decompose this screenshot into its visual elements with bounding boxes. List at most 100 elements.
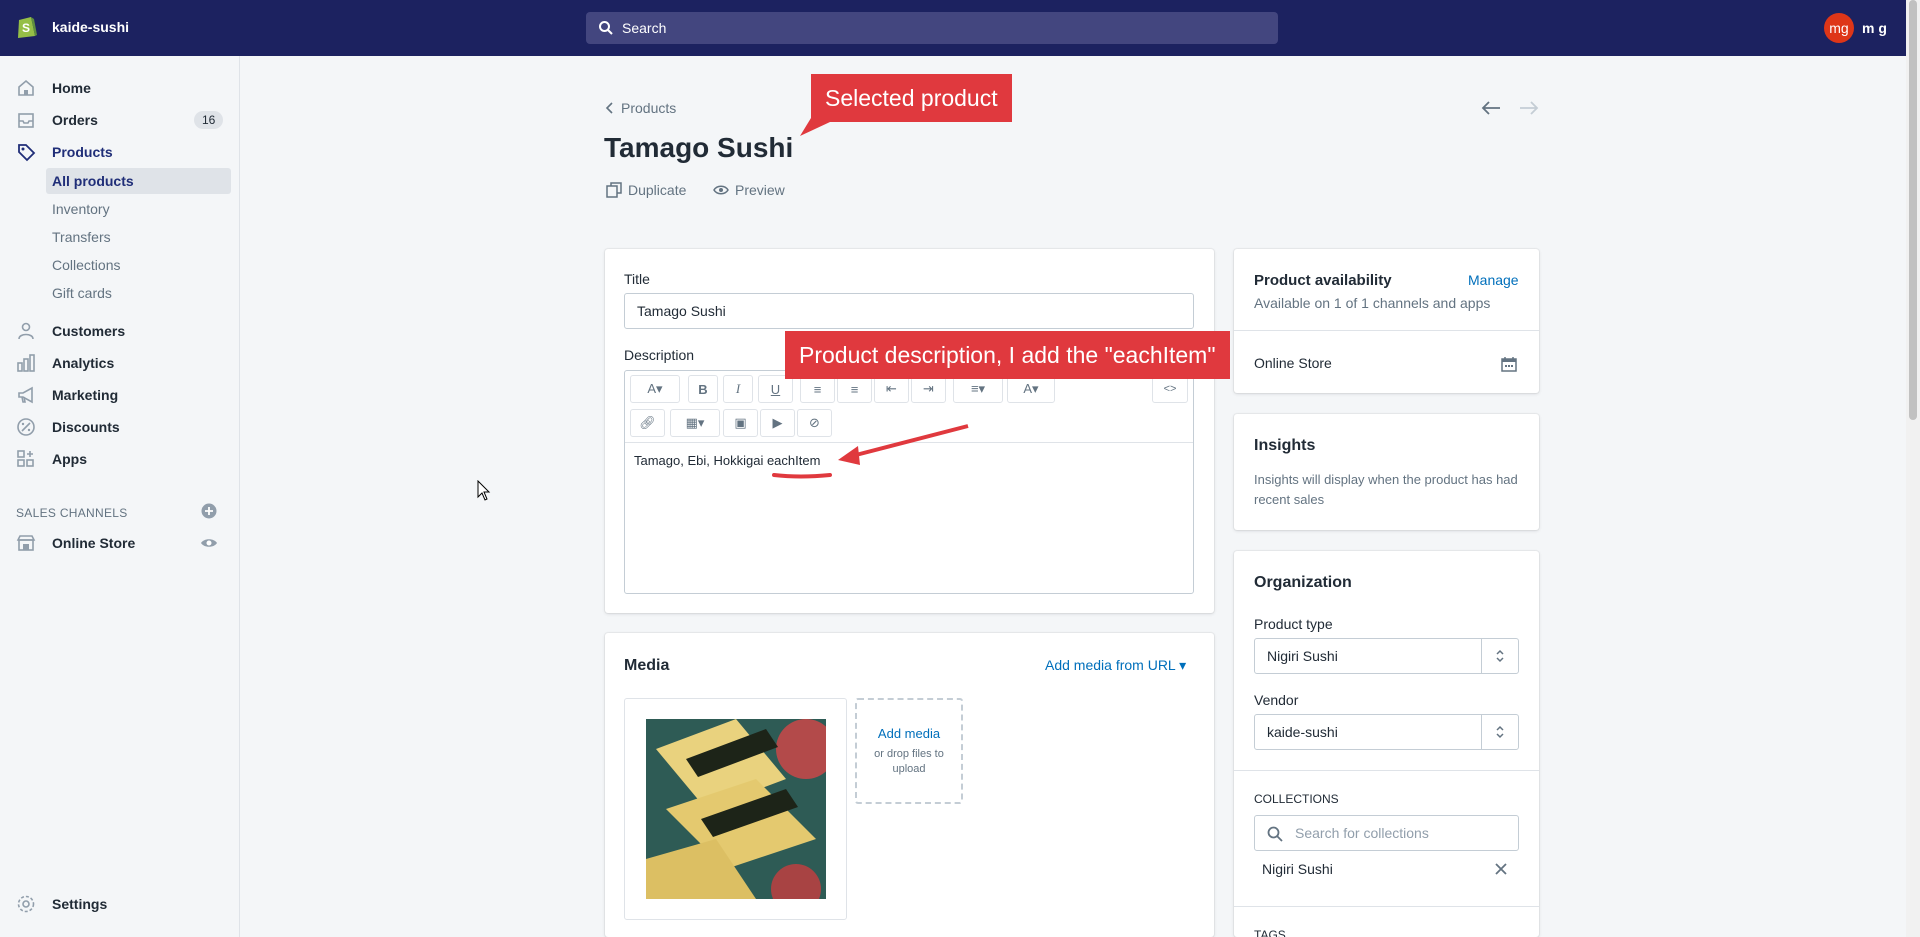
sidebar-item-settings[interactable]: Settings xyxy=(0,888,239,920)
sidebar-item-label: Orders xyxy=(52,112,98,128)
search-placeholder: Search xyxy=(622,20,667,36)
sidebar-subitem-all-products[interactable]: All products xyxy=(46,168,231,194)
insert-video-button[interactable]: ▶ xyxy=(760,409,795,437)
avatar[interactable]: mg xyxy=(1824,13,1854,43)
product-type-label: Product type xyxy=(1254,616,1333,632)
caret-down-icon: ▾ xyxy=(1179,657,1187,673)
insights-title: Insights xyxy=(1254,437,1316,454)
bullet-list-icon: ≡ xyxy=(813,381,822,397)
image-icon: ▣ xyxy=(734,415,747,430)
insert-table-dropdown[interactable]: ▦▾ xyxy=(670,409,720,437)
top-bar: S kaide-sushi Search mg m g xyxy=(0,0,1906,56)
sidebar-item-discounts[interactable]: Discounts xyxy=(0,411,239,443)
home-icon xyxy=(18,79,34,96)
add-channel-icon[interactable] xyxy=(201,503,217,519)
search-icon xyxy=(1267,826,1283,842)
collections-search-placeholder: Search for collections xyxy=(1295,825,1429,841)
chevron-left-icon xyxy=(605,102,613,114)
person-icon xyxy=(18,322,34,340)
shopify-logo-icon[interactable]: S xyxy=(16,14,38,40)
store-name[interactable]: kaide-sushi xyxy=(52,19,129,35)
sidebar-item-label: Discounts xyxy=(52,419,120,435)
user-name[interactable]: m g xyxy=(1862,20,1887,36)
sidebar-item-analytics[interactable]: Analytics xyxy=(0,347,239,379)
sidebar-item-customers[interactable]: Customers xyxy=(0,315,239,347)
description-text: Tamago, Ebi, Hokkigai xyxy=(634,453,767,468)
select-arrows-icon xyxy=(1496,649,1504,663)
store-icon xyxy=(16,535,36,551)
divider xyxy=(1234,330,1539,331)
align-dropdown[interactable]: ≡▾ xyxy=(953,375,1003,403)
page-title: Tamago Sushi xyxy=(604,132,794,163)
product-type-select[interactable]: Nigiri Sushi xyxy=(1254,638,1519,674)
mouse-cursor-icon xyxy=(477,480,491,501)
sidebar-item-label: Online Store xyxy=(52,535,136,551)
clear-formatting-button[interactable]: ⊘ xyxy=(797,409,832,437)
eye-icon xyxy=(713,185,729,195)
numbered-list-button[interactable]: ≡ xyxy=(837,375,872,403)
sidebar-item-orders[interactable]: Orders 16 xyxy=(0,104,239,136)
bold-button[interactable]: B xyxy=(688,375,718,403)
underline-button[interactable]: U xyxy=(758,375,793,403)
insert-link-button[interactable]: 🔗︎ xyxy=(630,409,665,437)
eye-icon[interactable] xyxy=(200,537,218,549)
product-image xyxy=(646,719,826,899)
sidebar-item-marketing[interactable]: Marketing xyxy=(0,379,239,411)
add-media-label[interactable]: Add media xyxy=(857,726,961,741)
add-media-dropzone[interactable]: Add media or drop files to upload xyxy=(855,698,963,804)
link-icon: 🔗︎ xyxy=(639,415,656,430)
sidebar-item-label: Products xyxy=(52,144,113,160)
title-input[interactable]: Tamago Sushi xyxy=(624,293,1194,329)
organization-title: Organization xyxy=(1254,574,1352,591)
breadcrumb[interactable]: Products xyxy=(605,100,676,116)
drop-files-hint: or drop files to upload xyxy=(874,748,944,775)
sidebar-item-products[interactable]: Products xyxy=(0,136,239,168)
duplicate-label: Duplicate xyxy=(628,182,687,198)
product-availability-card xyxy=(1234,249,1539,393)
next-product-arrow-icon[interactable] xyxy=(1518,98,1540,118)
annotation-callout-selected-product: Selected product xyxy=(811,74,1012,122)
text-color-icon: A▾ xyxy=(1023,381,1039,396)
text-color-dropdown[interactable]: A▾ xyxy=(1007,375,1055,403)
manage-link[interactable]: Manage xyxy=(1468,272,1519,288)
font-format-dropdown[interactable]: A▾ xyxy=(630,375,680,403)
previous-product-arrow-icon[interactable] xyxy=(1480,98,1502,118)
megaphone-icon xyxy=(18,386,33,404)
sidebar-subitem-inventory[interactable]: Inventory xyxy=(46,196,231,222)
search-icon xyxy=(599,21,613,35)
sidebar-subitem-transfers[interactable]: Transfers xyxy=(46,224,231,250)
divider xyxy=(1234,906,1539,907)
tag-icon xyxy=(18,144,36,162)
add-media-from-url-label: Add media from URL xyxy=(1045,657,1176,673)
bullet-list-button[interactable]: ≡ xyxy=(800,375,835,403)
preview-button[interactable]: Preview xyxy=(713,182,785,198)
orders-icon xyxy=(18,113,34,128)
description-highlight-text: eachItem xyxy=(766,453,821,468)
remove-collection-close-icon[interactable] xyxy=(1494,862,1508,876)
sidebar-item-apps[interactable]: Apps xyxy=(0,443,239,475)
show-html-button[interactable]: <> xyxy=(1152,375,1188,403)
collection-tag: Nigiri Sushi xyxy=(1262,861,1333,877)
indent-button[interactable]: ⇥ xyxy=(911,375,946,403)
sidebar-item-online-store[interactable]: Online Store xyxy=(0,527,239,559)
sidebar-item-label: Home xyxy=(52,80,91,96)
scrollbar-thumb[interactable] xyxy=(1909,0,1917,420)
duplicate-button[interactable]: Duplicate xyxy=(606,182,686,198)
calendar-icon[interactable] xyxy=(1501,356,1517,372)
sidebar: Home Orders 16 Products All products Inv… xyxy=(0,56,240,937)
align-left-icon: ≡▾ xyxy=(970,381,986,396)
insert-image-button[interactable]: ▣ xyxy=(723,409,758,437)
sidebar-subitem-gift-cards[interactable]: Gift cards xyxy=(46,280,231,306)
italic-button[interactable]: I xyxy=(723,375,753,403)
bar-chart-icon xyxy=(17,354,35,372)
collections-search-input[interactable]: Search for collections xyxy=(1254,815,1519,851)
sidebar-subitem-collections[interactable]: Collections xyxy=(46,252,231,278)
search-input[interactable]: Search xyxy=(586,12,1278,44)
sales-channels-heading: SALES CHANNELS xyxy=(16,506,128,520)
vendor-select[interactable]: kaide-sushi xyxy=(1254,714,1519,750)
add-media-from-url-link[interactable]: Add media from URL ▾ xyxy=(1045,657,1186,674)
outdent-button[interactable]: ⇤ xyxy=(874,375,909,403)
page-scrollbar[interactable] xyxy=(1906,0,1920,937)
sidebar-item-home[interactable]: Home xyxy=(0,72,239,104)
online-store-channel: Online Store xyxy=(1254,355,1332,371)
